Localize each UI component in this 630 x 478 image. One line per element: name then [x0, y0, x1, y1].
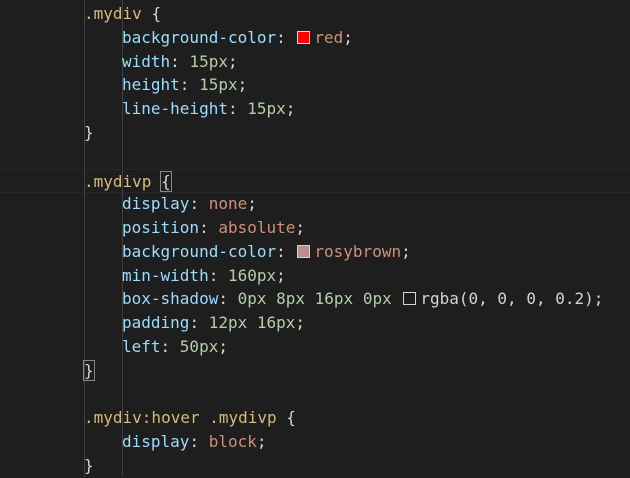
code-line-current[interactable]: .mydivp { [0, 169, 630, 193]
value: 160px [227, 266, 277, 285]
code-line[interactable]: position: absolute; [0, 216, 630, 240]
close-brace: } [84, 456, 94, 475]
color-swatch-icon[interactable] [403, 292, 417, 305]
value: 0px 8px 16px 0px [237, 289, 392, 308]
color-swatch-icon[interactable] [297, 31, 311, 44]
selector: .mydiv:hover .mydivp [84, 408, 277, 427]
code-line[interactable]: padding: 12px 16px; [0, 311, 630, 335]
property: left [122, 337, 161, 356]
open-brace: { [286, 408, 296, 427]
value: 12px 16px [208, 313, 296, 332]
property: line-height [122, 99, 228, 118]
property: position [122, 218, 200, 237]
value: red [314, 28, 344, 47]
property: box-shadow [122, 289, 219, 308]
open-brace: { [160, 171, 172, 192]
code-line[interactable]: background-color: red; [0, 26, 630, 50]
code-editor[interactable]: .mydiv { background-color: red; width: 1… [0, 0, 630, 477]
code-line[interactable]: left: 50px; [0, 335, 630, 359]
property: min-width [122, 266, 209, 285]
property: height [122, 75, 180, 94]
value: rgba(0, 0, 0, 0.2) [420, 289, 594, 308]
value: rosybrown [314, 242, 402, 261]
value: 15px [189, 52, 228, 71]
selector: .mydivp [84, 172, 152, 191]
property: background-color [122, 28, 277, 47]
code-line[interactable]: display: block; [0, 430, 630, 454]
property: display [122, 432, 190, 451]
code-line[interactable]: line-height: 15px; [0, 97, 630, 121]
code-line[interactable]: } [0, 359, 630, 383]
code-line[interactable]: background-color: rosybrown; [0, 240, 630, 264]
code-line[interactable]: width: 15px; [0, 50, 630, 74]
property: padding [122, 313, 190, 332]
value: 50px [179, 337, 219, 356]
value: 15px [199, 75, 238, 94]
open-brace: { [151, 4, 162, 23]
code-line[interactable]: .mydiv:hover .mydivp { [0, 406, 630, 430]
value: 15px [247, 99, 286, 118]
value: absolute [218, 218, 296, 237]
code-line[interactable]: } [0, 454, 630, 478]
color-swatch-icon[interactable] [297, 245, 311, 258]
value: none [208, 194, 248, 213]
code-line[interactable]: display: none; [0, 192, 630, 216]
code-line[interactable]: .mydiv { [0, 2, 630, 26]
code-line[interactable]: min-width: 160px; [0, 264, 630, 288]
close-brace: } [84, 123, 94, 142]
property: background-color [122, 242, 277, 261]
code-line[interactable]: } [0, 121, 630, 145]
property: display [122, 194, 190, 213]
code-line[interactable]: height: 15px; [0, 73, 630, 97]
property: width [122, 52, 171, 71]
close-brace: } [83, 360, 95, 381]
value: block [208, 432, 257, 451]
code-line[interactable]: box-shadow: 0px 8px 16px 0px rgba(0, 0, … [0, 287, 630, 311]
selector: .mydiv [84, 4, 142, 23]
